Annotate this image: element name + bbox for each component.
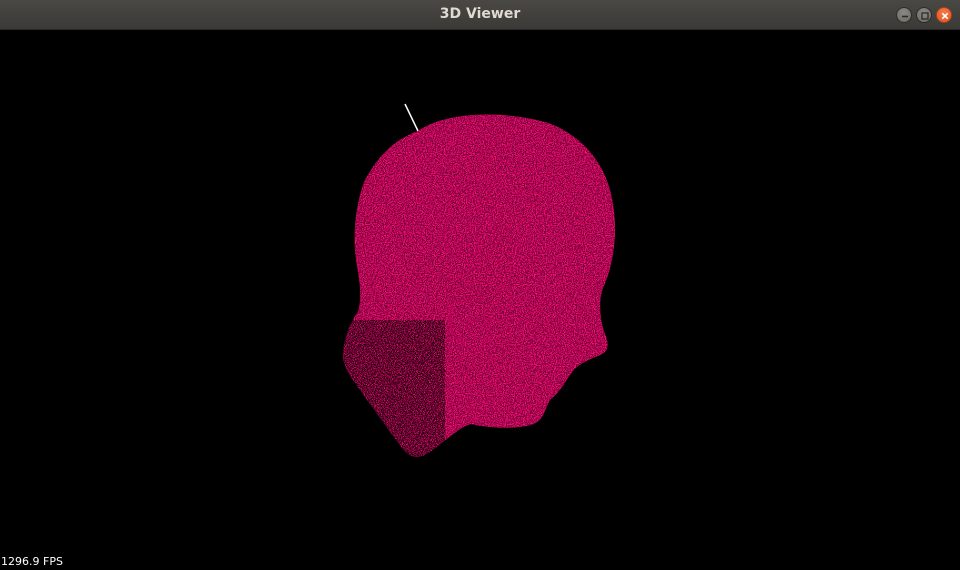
window-controls: [896, 7, 952, 23]
window-title: 3D Viewer: [439, 6, 521, 22]
title-bar[interactable]: 3D Viewer: [0, 0, 960, 30]
3d-viewport[interactable]: 1296.9 FPS: [0, 30, 960, 570]
axis-indicator: [404, 103, 419, 132]
minimize-icon[interactable]: [896, 7, 912, 23]
close-icon[interactable]: [936, 7, 952, 23]
app-window: 3D Viewer 1296.9 FPS: [0, 0, 960, 570]
point-cloud-render: [342, 103, 615, 457]
fps-counter: 1296.9 FPS: [1, 555, 63, 568]
maximize-icon[interactable]: [916, 7, 932, 23]
